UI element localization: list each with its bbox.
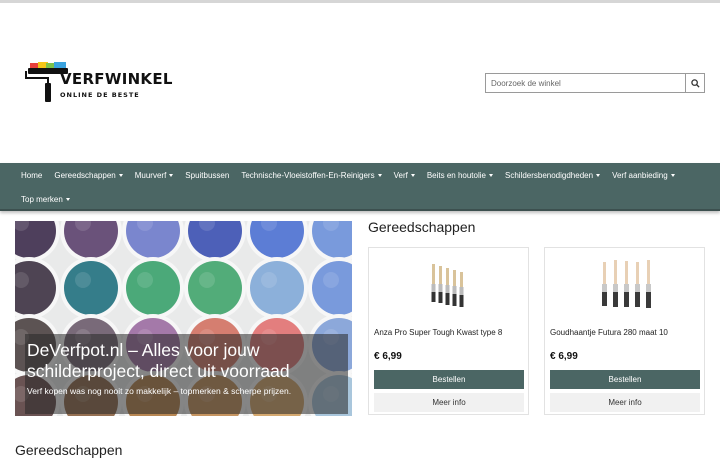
nav-item-label: Technische-Vloeistoffen-En-Reinigers: [241, 170, 375, 180]
product-name[interactable]: Goudhaantje Futura 280 maat 10: [550, 328, 668, 337]
hero-title-line-2: schilderproject, direct uit voorraad: [27, 361, 290, 381]
section-heading-bottom: Gereedschappen: [15, 442, 123, 458]
nav-item-label: Beits en houtolie: [426, 170, 486, 180]
main-navigation: Home Gereedschappen Muurverf Spuitbussen Tec…: [0, 163, 720, 211]
top-border: [0, 0, 720, 3]
product-name[interactable]: Anza Pro Super Tough Kwast type 8: [374, 328, 502, 337]
hero-subtitle: Verf kopen was nog nooit zo makkelijk – …: [27, 386, 292, 396]
caret-down-icon: [118, 173, 123, 177]
nav-item-label: Spuitbussen: [185, 170, 230, 180]
product-price: € 6,99: [550, 351, 578, 362]
nav-item-schildersbenodigdheden[interactable]: Schildersbenodigdheden: [499, 171, 606, 180]
nav-item-label: Muurverf: [134, 170, 167, 180]
caret-down-icon: [65, 197, 70, 201]
hero-title-line-1: DeVerfpot.nl – Alles voor jouw: [27, 340, 260, 360]
nav-item-top-merken[interactable]: Top merken: [15, 195, 76, 204]
order-button[interactable]: Bestellen: [374, 370, 524, 389]
caret-down-icon: [670, 173, 675, 177]
nav-item-spuitbussen[interactable]: Spuitbussen: [179, 171, 235, 180]
nav-row-secondary: Top merken: [15, 187, 76, 211]
nav-item-label: Verf: [393, 170, 408, 180]
nav-row-primary: Home Gereedschappen Muurverf Spuitbussen Tec…: [15, 163, 681, 187]
product-card[interactable]: Goudhaantje Futura 280 maat 10 € 6,99 Be…: [544, 247, 705, 415]
nav-item-home[interactable]: Home: [15, 171, 48, 180]
nav-item-label: Home: [21, 170, 43, 180]
search-icon: [690, 78, 700, 88]
hero-caption: DeVerfpot.nl – Alles voor jouw schilderp…: [25, 334, 348, 414]
more-info-button[interactable]: Meer info: [550, 393, 700, 412]
section-title: Gereedschappen: [368, 219, 476, 235]
site-logo[interactable]: VERFWINKEL ONLINE DE BESTE: [24, 60, 172, 104]
nav-item-verf[interactable]: Verf: [388, 171, 421, 180]
caret-down-icon: [596, 173, 601, 177]
nav-item-label: Verf aanbieding: [612, 170, 668, 180]
order-button[interactable]: Bestellen: [550, 370, 700, 389]
nav-item-technische-vloeistoffen-en-reinigers[interactable]: Technische-Vloeistoffen-En-Reinigers: [235, 171, 387, 180]
nav-item-label: Top merken: [21, 194, 63, 204]
more-info-button[interactable]: Meer info: [374, 393, 524, 412]
nav-item-label: Gereedschappen: [54, 170, 116, 180]
hero-banner[interactable]: DeVerfpot.nl – Alles voor jouw schilderp…: [15, 221, 352, 416]
brush-set-image: [431, 264, 464, 307]
nav-item-label: Schildersbenodigdheden: [504, 170, 594, 180]
nav-item-muurverf[interactable]: Muurverf: [129, 171, 180, 180]
nav-item-beits-en-houtolie[interactable]: Beits en houtolie: [421, 171, 499, 180]
brush-set-image: [602, 260, 651, 308]
search-input[interactable]: [485, 73, 685, 93]
logo-wordmark: VERFWINKEL: [60, 70, 173, 88]
nav-item-verf-aanbieding[interactable]: Verf aanbieding: [606, 171, 681, 180]
logo-tagline: ONLINE DE BESTE: [60, 91, 140, 99]
caret-down-icon: [488, 173, 493, 177]
caret-down-icon: [410, 173, 415, 177]
caret-down-icon: [377, 173, 382, 177]
caret-down-icon: [169, 173, 174, 177]
product-price: € 6,99: [374, 351, 402, 362]
search-bar: [485, 73, 705, 93]
nav-item-gereedschappen[interactable]: Gereedschappen: [48, 171, 128, 180]
product-card[interactable]: Anza Pro Super Tough Kwast type 8 € 6,99…: [368, 247, 529, 415]
search-button[interactable]: [685, 73, 705, 93]
